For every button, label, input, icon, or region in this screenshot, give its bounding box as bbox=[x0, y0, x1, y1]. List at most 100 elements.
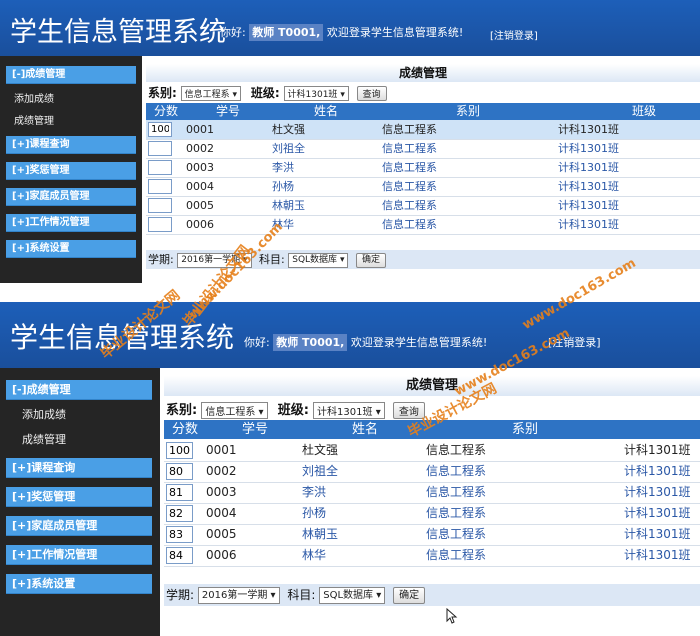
col-dept: 系别 bbox=[512, 422, 539, 437]
student-class: 计科1301班 bbox=[558, 161, 619, 174]
class-value: 计科1301班 bbox=[317, 407, 373, 418]
main-content: 成绩管理 系别: 信息工程系 ▾ 班级: 计科1301班 ▾ 查询 分数 学号 … bbox=[146, 62, 700, 283]
student-name: 刘祖全 bbox=[302, 464, 339, 478]
dept-select[interactable]: 信息工程系 ▾ bbox=[180, 86, 242, 101]
student-id: 0003 bbox=[206, 485, 237, 499]
menu-reward-management[interactable]: [+]奖惩管理 bbox=[6, 487, 152, 507]
student-id: 0001 bbox=[206, 443, 237, 457]
student-class: 计科1301班 bbox=[624, 527, 691, 541]
chevron-down-icon: ▾ bbox=[340, 90, 345, 100]
score-input[interactable] bbox=[148, 141, 172, 156]
student-id: 0005 bbox=[186, 199, 214, 212]
menu-work-management[interactable]: [+]工作情况管理 bbox=[6, 214, 136, 232]
col-dept: 系别 bbox=[456, 104, 481, 118]
menu-reward-management[interactable]: [+]奖惩管理 bbox=[6, 162, 136, 180]
student-class: 计科1301班 bbox=[558, 142, 619, 155]
chevron-down-icon: ▾ bbox=[270, 590, 276, 601]
student-class: 计科1301班 bbox=[624, 506, 691, 520]
chevron-down-icon: ▾ bbox=[339, 254, 345, 265]
score-input[interactable] bbox=[166, 505, 193, 522]
score-input[interactable] bbox=[166, 526, 193, 543]
subject-select[interactable]: SQL数据库 ▾ bbox=[319, 587, 386, 604]
student-id: 0003 bbox=[186, 161, 214, 174]
score-input[interactable] bbox=[166, 547, 193, 564]
score-input[interactable] bbox=[148, 122, 172, 137]
user-role: 教师 T0001, bbox=[249, 24, 324, 41]
menu-course-query[interactable]: [+]课程查询 bbox=[6, 458, 152, 478]
user-role: 教师 T0001, bbox=[273, 334, 348, 351]
confirm-button[interactable]: 确定 bbox=[393, 587, 426, 604]
table-row: 0004 孙杨 信息工程系 计科1301班 bbox=[146, 177, 700, 197]
chevron-down-icon: ▾ bbox=[232, 90, 238, 100]
student-name: 孙杨 bbox=[302, 506, 327, 520]
student-id: 0002 bbox=[206, 464, 237, 478]
menu-grade-manage[interactable]: 成绩管理 bbox=[14, 112, 54, 127]
greeting: 你好: 教师 T0001, 欢迎登录学生信息管理系统! bbox=[220, 24, 463, 41]
score-input[interactable] bbox=[148, 160, 172, 175]
menu-family-management[interactable]: [+]家庭成员管理 bbox=[6, 516, 152, 536]
score-input[interactable] bbox=[166, 484, 193, 501]
subject-select[interactable]: SQL数据库 ▾ bbox=[288, 252, 349, 268]
query-button[interactable]: 查询 bbox=[356, 86, 387, 101]
footer-bar: 学期: 2016第一学期 ▾ 科目: SQL数据库 ▾ 确定 bbox=[164, 584, 700, 606]
student-id: 0002 bbox=[186, 142, 214, 155]
student-dept: 信息工程系 bbox=[382, 199, 437, 212]
student-name: 杜文强 bbox=[272, 123, 305, 136]
menu-course-query[interactable]: [+]课程查询 bbox=[6, 136, 136, 154]
chevron-down-icon: ▾ bbox=[376, 590, 382, 601]
menu-system-settings[interactable]: [+]系统设置 bbox=[6, 574, 152, 594]
student-dept: 信息工程系 bbox=[382, 161, 437, 174]
logout-link[interactable]: [注销登录] bbox=[490, 27, 538, 42]
student-name: 刘祖全 bbox=[272, 142, 305, 155]
menu-grade-management[interactable]: [-]成绩管理 bbox=[6, 380, 152, 400]
student-class: 计科1301班 bbox=[624, 464, 691, 478]
semester-value: 2016第一学期 bbox=[201, 590, 268, 601]
greeting-prefix: 你好: bbox=[244, 336, 270, 349]
class-label: 班级: bbox=[277, 403, 309, 418]
mouse-pointer-icon bbox=[446, 608, 458, 624]
filter-bar: 系别: 信息工程系 ▾ 班级: 计科1301班 ▾ 查询 bbox=[166, 399, 425, 419]
student-dept: 信息工程系 bbox=[426, 527, 487, 541]
dept-value: 信息工程系 bbox=[184, 90, 230, 100]
table-row: 0001 杜文强 信息工程系 计科1301班 bbox=[164, 440, 700, 462]
student-dept: 信息工程系 bbox=[426, 485, 487, 499]
greeting-prefix: 你好: bbox=[220, 26, 246, 39]
menu-add-grade[interactable]: 添加成绩 bbox=[22, 406, 66, 422]
score-input[interactable] bbox=[148, 179, 172, 194]
table-row: 0002 刘祖全 信息工程系 计科1301班 bbox=[146, 139, 700, 159]
menu-grade-management[interactable]: [-]成绩管理 bbox=[6, 66, 136, 84]
subject-label: 科目: bbox=[287, 588, 316, 602]
dept-value: 信息工程系 bbox=[205, 407, 256, 418]
semester-label: 学期: bbox=[148, 253, 174, 266]
app-header: 学生信息管理系统 你好: 教师 T0001, 欢迎登录学生信息管理系统! [注销… bbox=[0, 0, 700, 56]
score-input[interactable] bbox=[166, 442, 193, 459]
menu-system-settings[interactable]: [+]系统设置 bbox=[6, 240, 136, 258]
student-name: 杜文强 bbox=[302, 443, 339, 457]
student-class: 计科1301班 bbox=[558, 123, 619, 136]
filter-bar: 系别: 信息工程系 ▾ 班级: 计科1301班 ▾ 查询 bbox=[148, 84, 387, 101]
class-value: 计科1301班 bbox=[287, 90, 338, 100]
semester-select[interactable]: 2016第一学期 ▾ bbox=[197, 587, 280, 604]
menu-work-management[interactable]: [+]工作情况管理 bbox=[6, 545, 152, 565]
table-row: 0003 李洪 信息工程系 计科1301班 bbox=[146, 158, 700, 178]
menu-family-management[interactable]: [+]家庭成员管理 bbox=[6, 188, 136, 206]
score-input[interactable] bbox=[166, 463, 193, 480]
table-row: 0002 刘祖全 信息工程系 计科1301班 bbox=[164, 461, 700, 483]
table-header: 分数 学号 姓名 系别 班级 bbox=[146, 103, 700, 120]
menu-grade-manage[interactable]: 成绩管理 bbox=[22, 431, 66, 447]
class-select[interactable]: 计科1301班 ▾ bbox=[313, 402, 385, 419]
student-class: 计科1301班 bbox=[624, 485, 691, 499]
table-row: 0006 林华 信息工程系 计科1301班 bbox=[164, 545, 700, 567]
score-input[interactable] bbox=[148, 217, 172, 232]
menu-add-grade[interactable]: 添加成绩 bbox=[14, 90, 54, 105]
confirm-button[interactable]: 确定 bbox=[355, 252, 386, 268]
student-id: 0004 bbox=[206, 506, 237, 520]
score-input[interactable] bbox=[148, 198, 172, 213]
class-select[interactable]: 计科1301班 ▾ bbox=[283, 86, 349, 101]
student-dept: 信息工程系 bbox=[426, 443, 487, 457]
student-id: 0006 bbox=[186, 218, 214, 231]
sidebar: [-]成绩管理 添加成绩 成绩管理 [+]课程查询 [+]奖惩管理 [+]家庭成… bbox=[0, 56, 142, 283]
table-row: 0004 孙杨 信息工程系 计科1301班 bbox=[164, 503, 700, 525]
dept-select[interactable]: 信息工程系 ▾ bbox=[201, 402, 268, 419]
table-row: 0003 李洪 信息工程系 计科1301班 bbox=[164, 482, 700, 504]
